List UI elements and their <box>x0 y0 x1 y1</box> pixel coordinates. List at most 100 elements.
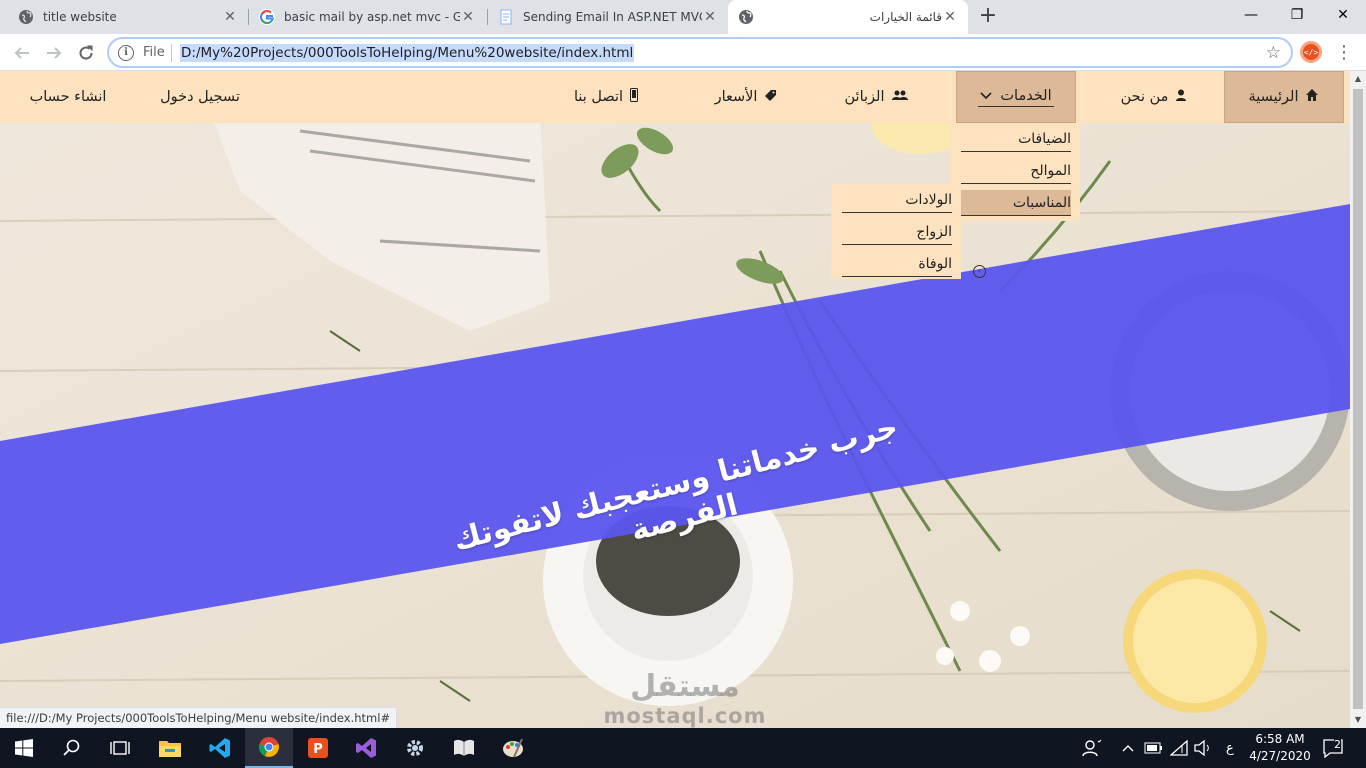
close-tab-icon[interactable]: ✕ <box>942 9 958 25</box>
close-tab-icon[interactable]: ✕ <box>702 9 718 25</box>
nav-services-label: الخدمات <box>1000 87 1052 104</box>
search-icon[interactable] <box>48 728 96 768</box>
notifications-icon[interactable]: 2 <box>1322 728 1344 768</box>
user-icon <box>1175 89 1187 105</box>
settings-icon[interactable] <box>391 728 439 768</box>
battery-icon[interactable] <box>1144 728 1164 768</box>
nav-prices[interactable]: الأسعار <box>686 71 806 123</box>
volume-icon[interactable] <box>1194 728 1212 768</box>
chevron-left-circle-icon: ‹ <box>973 265 986 278</box>
nav-home[interactable]: الرئيسية <box>1224 71 1344 123</box>
globe-icon <box>738 9 754 25</box>
paint-icon[interactable] <box>489 728 537 768</box>
extension-icon[interactable]: </> <box>1300 41 1322 63</box>
address-bar[interactable]: i File D:/My%20Projects/000ToolsToHelpin… <box>108 38 1292 67</box>
browser-tab-3[interactable]: Sending Email In ASP.NET MVC ✕ <box>488 0 728 34</box>
globe-icon <box>18 9 34 25</box>
nav-services[interactable]: الخدمات <box>956 71 1076 123</box>
browser-menu-icon[interactable]: ⋮ <box>1334 42 1354 63</box>
scroll-down-arrow-icon[interactable]: ▼ <box>1353 715 1363 725</box>
home-icon <box>1305 88 1319 106</box>
close-window-button[interactable]: ✕ <box>1320 0 1366 30</box>
services-item-snacks[interactable]: الموالح <box>961 158 1071 184</box>
browser-toolbar: i File D:/My%20Projects/000ToolsToHelpin… <box>0 34 1366 71</box>
page-viewport: جرب خدماتنا وستعجبك لاتفوتك الفرصة الرئي… <box>0 71 1350 728</box>
postman-icon[interactable]: P <box>294 728 342 768</box>
watermark: مستقل mostaql.com <box>600 669 770 729</box>
chrome-icon[interactable] <box>245 728 293 768</box>
scheme-label: File <box>143 45 165 60</box>
hero-band <box>0 204 1350 644</box>
google-icon <box>259 9 275 25</box>
status-bar: file:///D:/My Projects/000ToolsToHelping… <box>0 707 398 728</box>
occasions-item-funerals[interactable]: الوفاة <box>842 251 952 277</box>
browser-tab-4-active[interactable]: قائمة الخيارات ✕ <box>728 0 968 34</box>
start-icon[interactable] <box>0 728 48 768</box>
browser-tab-bar: title website ✕ basic mail by asp.net mv… <box>0 0 1366 34</box>
reader-icon[interactable] <box>440 728 488 768</box>
svg-text:P: P <box>313 742 323 757</box>
page-scrollbar[interactable]: ▲ ▼ <box>1350 71 1366 728</box>
wifi-icon[interactable] <box>1170 728 1188 768</box>
tag-icon <box>764 89 777 106</box>
occasions-submenu: الولادات الزواج الوفاة <box>831 184 961 279</box>
tab-title: قائمة الخيارات <box>869 10 942 24</box>
scrollbar-thumb[interactable] <box>1353 89 1363 709</box>
close-tab-icon[interactable]: ✕ <box>222 9 238 25</box>
nav-customers-label: الزبائن <box>844 89 885 105</box>
nav-contact-label: اتصل بنا <box>573 89 624 105</box>
users-icon <box>891 89 908 105</box>
page-icon <box>498 9 514 25</box>
services-item-hospitality[interactable]: الضيافات <box>961 126 1071 152</box>
vscode-icon[interactable] <box>196 728 244 768</box>
nav-signup-label: انشاء حساب <box>29 89 107 105</box>
nav-customers[interactable]: الزبائن <box>816 71 936 123</box>
nav-login[interactable]: تسجيل دخول <box>140 71 260 123</box>
nav-signup[interactable]: انشاء حساب <box>8 71 128 123</box>
chevron-down-icon <box>980 91 992 99</box>
nav-contact[interactable]: اتصل بنا <box>546 71 666 123</box>
language-indicator[interactable]: ع <box>1226 728 1234 768</box>
nav-about[interactable]: من نحن <box>1094 71 1214 123</box>
tab-title: title website <box>43 10 117 24</box>
maximize-button[interactable]: ❐ <box>1274 0 1320 30</box>
occasions-item-weddings[interactable]: الزواج <box>842 219 952 245</box>
nav-home-label: الرئيسية <box>1248 89 1299 105</box>
services-dropdown: الضيافات الموالح المناسبات <box>950 123 1080 221</box>
tab-title: basic mail by asp.net mvc - Goog <box>284 10 460 24</box>
windows-taskbar: P ع 6:58 AM 4/27/2020 2 <box>0 728 1366 768</box>
watermark-latin: mostaql.com <box>603 704 767 728</box>
people-icon[interactable] <box>1082 728 1102 768</box>
close-tab-icon[interactable]: ✕ <box>460 9 476 25</box>
reload-icon <box>79 45 93 60</box>
watermark-arabic: مستقل <box>630 669 740 704</box>
forward-button[interactable] <box>40 39 68 67</box>
mobile-icon <box>630 88 639 106</box>
forward-arrow-icon <box>47 47 62 59</box>
nav-prices-label: الأسعار <box>714 89 758 105</box>
new-tab-button[interactable]: + <box>976 4 1000 28</box>
file-explorer-icon[interactable] <box>146 728 194 768</box>
browser-tab-1[interactable]: title website ✕ <box>8 0 248 34</box>
services-item-occasions[interactable]: المناسبات <box>961 190 1071 216</box>
site-navbar: الرئيسية من نحن الخدمات الزبائن الأسعار <box>0 71 1350 123</box>
reload-button[interactable] <box>72 39 100 67</box>
nav-about-label: من نحن <box>1120 89 1169 105</box>
tab-title: Sending Email In ASP.NET MVC <box>523 10 702 24</box>
browser-tab-2[interactable]: basic mail by asp.net mvc - Goog ✕ <box>249 0 486 34</box>
scroll-up-arrow-icon[interactable]: ▲ <box>1353 74 1363 84</box>
visual-studio-icon[interactable] <box>342 728 390 768</box>
back-button[interactable] <box>8 39 36 67</box>
minimize-button[interactable]: — <box>1228 0 1274 30</box>
notifications-count: 2 <box>1334 738 1341 751</box>
occasions-item-births[interactable]: الولادات <box>842 187 952 213</box>
chevron-up-icon[interactable] <box>1122 728 1134 768</box>
nav-login-label: تسجيل دخول <box>160 89 240 105</box>
clock-time: 6:58 AM <box>1255 732 1305 746</box>
address-separator <box>171 44 172 62</box>
task-view-icon[interactable] <box>96 728 144 768</box>
info-icon[interactable]: i <box>118 45 134 61</box>
url-text[interactable]: D:/My%20Projects/000ToolsToHelping/Menu%… <box>180 44 635 62</box>
bookmark-star-icon[interactable]: ☆ <box>1266 43 1281 63</box>
clock[interactable]: 6:58 AM 4/27/2020 <box>1249 731 1311 765</box>
